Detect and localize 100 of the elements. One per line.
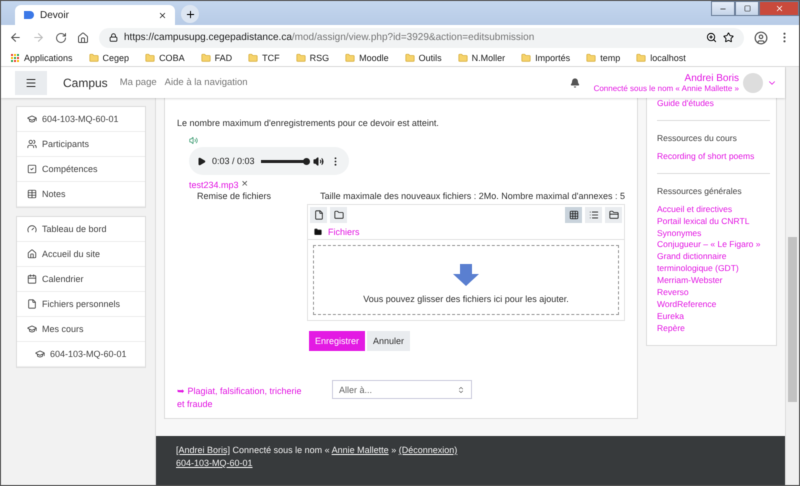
account-icon[interactable] [754,30,768,44]
folder-icon [458,53,468,63]
user-link[interactable]: [Andrei Boris] [176,445,230,455]
add-file-button[interactable] [310,207,327,223]
audio-progress[interactable] [260,160,307,162]
nav-item[interactable]: Calendrier [17,267,145,292]
bookmark[interactable]: Applications [11,53,73,63]
nav-item[interactable]: 604-103-MQ-60-01 [17,342,145,367]
bookmark[interactable]: COBA [145,53,185,63]
bookmark[interactable]: temp [586,53,620,63]
site-name[interactable]: Campus [63,76,108,90]
bookmark[interactable]: Importés [521,53,570,63]
folder-icon [88,53,99,63]
back-icon[interactable] [9,31,22,44]
star-icon[interactable] [723,32,734,43]
address-bar[interactable]: https://campusupg.cegepadistance.ca/mod/assign/view.php?id=3929&action=editsubmission [99,28,744,48]
side-link[interactable]: Recording of short poems [657,150,770,163]
nav-item[interactable]: Accueil du site [17,242,145,267]
nav-icon [27,114,37,124]
bookmark[interactable]: FAD [200,53,232,63]
nav-item[interactable]: 604-103-MQ-60-01 [17,107,145,132]
header-link[interactable]: Aide à la navigation [164,77,248,88]
minimize-button[interactable] [711,1,735,16]
bell-icon[interactable] [570,78,580,88]
side-link[interactable]: Portail lexical du CNRTL [657,216,770,228]
updown-icon [457,386,465,394]
notice-text: Le nombre maximum d'enregistrements pour ce devoir est atteint. [177,118,440,128]
play-icon[interactable] [197,156,206,166]
side-link[interactable]: Repère [657,322,770,335]
drop-hint: Vous pouvez glisser des fichiers ici pour les ajouter. [363,294,569,304]
maximize-button[interactable] [735,1,759,16]
file-link[interactable]: test234.mp3 [189,180,239,190]
browser-tab[interactable]: Devoir [15,5,175,25]
bookmark[interactable]: Cegep [88,53,130,63]
side-link[interactable]: Grand dictionnaire terminologique (GDT) [657,251,770,276]
zoom-icon[interactable] [706,32,717,43]
side-link[interactable]: Conjugueur – « Le Figaro » [657,239,770,252]
lock-icon [109,33,118,42]
folder-icon [586,53,596,63]
file-icon [314,210,324,220]
field-label: Remise de fichiers [196,191,272,203]
side-link[interactable]: Eureka [657,310,770,323]
avatar [743,72,763,92]
nav-item[interactable]: Mes cours [17,317,145,342]
bookmark[interactable]: Outils [404,53,442,63]
bookmark[interactable]: Moodle [345,53,389,63]
folder-view-icon [608,210,618,220]
header-link[interactable]: Ma page [120,77,157,88]
folder-view-button[interactable] [605,207,622,223]
previous-activity-link[interactable]: ➥ Plagiat, falsification, tricherie et fraude [177,385,302,412]
drop-zone[interactable]: Vous pouvez glisser des fichiers ici pour les ajouter. [313,245,619,315]
bookmark[interactable]: RSG [296,53,330,63]
folder-icon [145,53,156,63]
grid-view-button[interactable] [565,207,582,223]
nav-icon [27,324,37,334]
side-link[interactable]: Accueil et directives [657,204,770,216]
audio-player[interactable]: 0:03 / 0:03 [189,147,349,175]
bookmark[interactable]: N.Moller [458,53,506,63]
remove-button[interactable]: × [242,179,248,190]
volume-icon[interactable] [313,156,324,166]
maximize-icon [744,5,750,12]
jump-select[interactable]: Aller à... [332,380,472,399]
side-link[interactable]: Reverso [657,287,770,299]
site-logo-icon [23,10,34,20]
new-folder-button[interactable] [330,207,347,223]
cancel-button[interactable]: Annuler [367,331,410,351]
logout-link[interactable]: (Déconnexion) [398,445,458,455]
logged-in-as: Connecté sous le nom « Annie Mallette » [594,84,739,92]
plus-icon [184,8,196,20]
new-tab-button[interactable] [181,5,199,23]
close-icon[interactable] [158,10,167,20]
menu-button[interactable] [15,70,47,94]
nav-item[interactable]: Notes [17,182,145,207]
folder-icon [334,210,344,220]
scrollbar[interactable] [785,67,799,485]
user-name[interactable]: Andrei Boris [684,72,739,84]
nav-item[interactable]: Participants [17,132,145,157]
graduation-cap-icon [35,349,45,359]
nav-item[interactable]: Fichiers personnels [17,292,145,317]
nav-icon [27,249,37,259]
apps-grid-icon [11,54,20,62]
side-link[interactable]: Synonymes [657,228,770,240]
nav-icon [27,139,37,149]
nav-item[interactable]: Compétences [17,157,145,182]
bookmark[interactable]: localhost [636,53,686,63]
list-view-button[interactable] [585,207,602,223]
folder-icon [248,53,258,63]
menu-icon [25,76,37,88]
nav-item[interactable]: Tableau de bord [17,217,145,242]
save-button[interactable]: Enregistrer [309,331,366,351]
side-link[interactable]: WordReference [657,298,770,311]
side-link[interactable]: Merriam-Webster [657,275,770,288]
reload-icon[interactable] [55,32,67,44]
course-link[interactable]: 604-103-MQ-60-01 [176,458,765,468]
home-icon[interactable] [77,32,89,44]
login-name-link[interactable]: Annie Mallette [332,445,389,455]
bookmark[interactable]: TCF [248,53,280,63]
path-link[interactable]: Fichiers [328,227,360,237]
audio-time: 0:03 / 0:03 [212,156,255,166]
side-link[interactable]: Guide d'études [657,98,770,110]
